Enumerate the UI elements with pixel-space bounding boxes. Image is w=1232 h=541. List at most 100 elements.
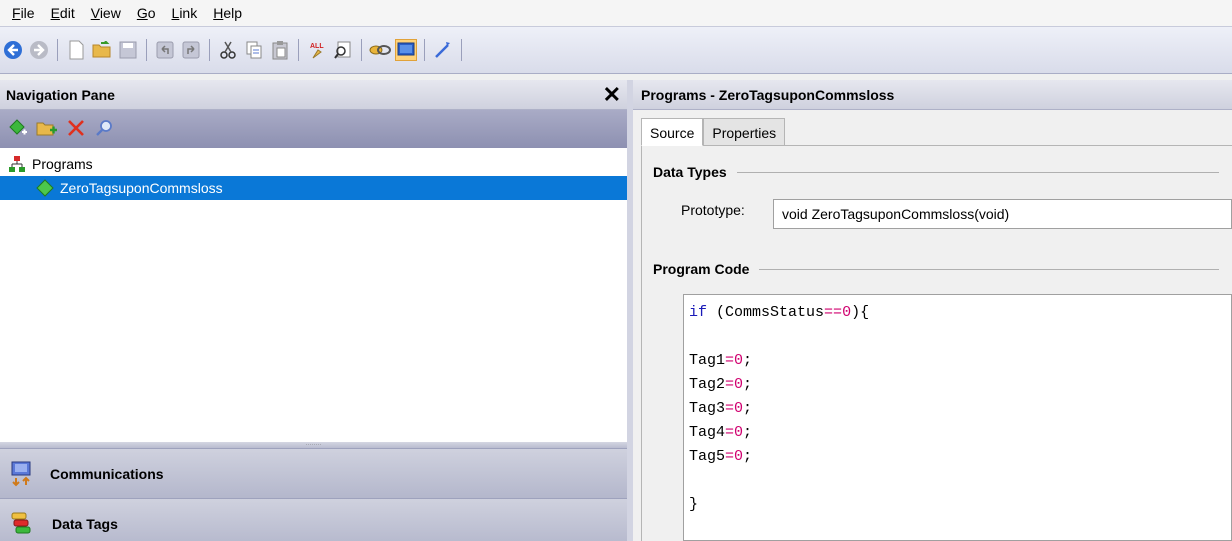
menu-go-mnemonic: G bbox=[136, 5, 148, 21]
find-all-icon: ALL bbox=[310, 43, 324, 59]
new-document-icon bbox=[69, 40, 84, 60]
code-tag-name: Tag4 bbox=[689, 424, 726, 441]
communications-pane-button[interactable]: Communications bbox=[0, 448, 627, 498]
redo-button[interactable] bbox=[180, 39, 202, 61]
menu-help[interactable]: Help bbox=[205, 0, 250, 26]
tree-item-zerotagsuponcommsloss[interactable]: ZeroTagsuponCommsloss bbox=[0, 176, 627, 200]
menu-edit[interactable]: Edit bbox=[43, 0, 83, 26]
open-button[interactable] bbox=[91, 39, 113, 61]
find-replace-icon bbox=[334, 41, 351, 59]
code-assign: = bbox=[725, 424, 735, 441]
menu-view[interactable]: View bbox=[83, 0, 129, 26]
toolbar-separator bbox=[461, 39, 462, 61]
code-assign: = bbox=[725, 448, 735, 465]
back-arrow-icon bbox=[4, 41, 22, 59]
new-item-button[interactable] bbox=[8, 118, 28, 141]
copy-button[interactable] bbox=[243, 39, 265, 61]
svg-text:ALL: ALL bbox=[310, 43, 324, 50]
code-semicolon: ; bbox=[743, 448, 753, 465]
display-button[interactable] bbox=[395, 39, 417, 61]
cut-button[interactable] bbox=[217, 39, 239, 61]
navigation-category-bars: ········ Communications Data Tags bbox=[0, 442, 627, 541]
code-tag-name: Tag2 bbox=[689, 376, 726, 393]
menu-link-label: ink bbox=[179, 5, 198, 21]
close-icon[interactable]: ✕ bbox=[603, 83, 621, 106]
tree-item-programs-label: Programs bbox=[32, 156, 93, 172]
undo-button[interactable] bbox=[154, 39, 176, 61]
menu-help-label: elp bbox=[223, 5, 243, 21]
code-line-tag3: Tag3=0; bbox=[689, 397, 1226, 421]
communications-icon bbox=[11, 461, 31, 486]
code-semicolon: ; bbox=[743, 424, 753, 441]
paste-button[interactable] bbox=[269, 39, 291, 61]
editor-pane: Programs - ZeroTagsuponCommsloss Source … bbox=[633, 80, 1232, 541]
green-diamond-icon bbox=[36, 179, 54, 197]
data-tags-pane-button[interactable]: Data Tags bbox=[0, 498, 627, 541]
magic-wand-icon bbox=[435, 42, 450, 58]
code-semicolon: ; bbox=[743, 352, 753, 369]
code-line-tag4: Tag4=0; bbox=[689, 421, 1226, 445]
save-button[interactable] bbox=[117, 39, 139, 61]
code-keyword-if: if bbox=[689, 304, 708, 321]
data-tags-label: Data Tags bbox=[52, 515, 118, 532]
program-code-title: Program Code bbox=[653, 261, 750, 277]
code-semicolon: ; bbox=[743, 400, 753, 417]
redo-icon bbox=[182, 41, 200, 59]
code-operator-eq: == bbox=[824, 304, 843, 321]
program-code-editor[interactable]: if (CommsStatus==0){ Tag1=0; Tag2=0; Tag… bbox=[683, 294, 1232, 541]
code-line-tag2: Tag2=0; bbox=[689, 373, 1226, 397]
toolbar: ALL bbox=[0, 26, 1232, 74]
search-button[interactable] bbox=[94, 118, 114, 141]
programs-hierarchy-icon bbox=[9, 156, 25, 172]
code-tag-name: Tag1 bbox=[689, 352, 726, 369]
toolbar-separator bbox=[146, 39, 147, 61]
code-condition-end: ){ bbox=[851, 304, 870, 321]
find-replace-button[interactable] bbox=[332, 39, 354, 61]
menu-help-mnemonic: H bbox=[213, 5, 224, 21]
tab-properties[interactable]: Properties bbox=[703, 118, 786, 146]
toolbar-separator bbox=[298, 39, 299, 61]
data-tags-icon bbox=[11, 512, 31, 533]
menu-file[interactable]: File bbox=[4, 0, 43, 26]
code-number: 0 bbox=[734, 448, 744, 465]
forward-button[interactable] bbox=[28, 39, 50, 61]
link-button[interactable] bbox=[369, 39, 391, 61]
monitor-icon bbox=[397, 42, 415, 56]
menu-go[interactable]: Go bbox=[129, 0, 164, 26]
editor-title-bar: Programs - ZeroTagsuponCommsloss bbox=[633, 80, 1232, 110]
program-code-rule bbox=[759, 268, 1220, 270]
prototype-field[interactable]: void ZeroTagsuponCommsloss(void) bbox=[773, 199, 1232, 229]
code-line-close: } bbox=[689, 496, 699, 513]
data-types-group: Data Types bbox=[653, 164, 1219, 180]
wand-button[interactable] bbox=[432, 39, 454, 61]
menu-file-label: ile bbox=[20, 5, 35, 21]
code-line-tag1: Tag1=0; bbox=[689, 349, 1226, 373]
tree-item-zerotagsuponcommsloss-label: ZeroTagsuponCommsloss bbox=[60, 180, 223, 196]
undo-icon bbox=[156, 41, 174, 59]
back-button[interactable] bbox=[2, 39, 24, 61]
code-line-if: if (CommsStatus==0){ bbox=[689, 301, 1226, 325]
code-number: 0 bbox=[734, 400, 744, 417]
find-all-button[interactable]: ALL bbox=[306, 39, 328, 61]
delete-button[interactable] bbox=[66, 118, 86, 141]
new-button[interactable] bbox=[65, 39, 87, 61]
editor-tabs: Source Properties bbox=[641, 118, 786, 146]
tree-item-programs[interactable]: Programs bbox=[0, 152, 627, 176]
code-assign: = bbox=[725, 400, 735, 417]
program-tree: Programs ZeroTagsuponCommsloss bbox=[0, 148, 627, 200]
menu-edit-label: dit bbox=[59, 5, 75, 21]
tab-source[interactable]: Source bbox=[641, 118, 704, 146]
link-chain-icon bbox=[369, 45, 391, 55]
code-assign: = bbox=[725, 352, 735, 369]
scissors-icon bbox=[220, 41, 236, 59]
new-folder-button[interactable] bbox=[36, 118, 58, 141]
code-number: 0 bbox=[734, 424, 744, 441]
code-number: 0 bbox=[734, 352, 744, 369]
code-tag-name: Tag3 bbox=[689, 400, 726, 417]
forward-arrow-icon bbox=[30, 41, 48, 59]
toolbar-separator bbox=[209, 39, 210, 61]
search-icon bbox=[96, 119, 112, 136]
menu-link[interactable]: Link bbox=[164, 0, 206, 26]
navigation-pane-title: Navigation Pane bbox=[6, 86, 115, 103]
